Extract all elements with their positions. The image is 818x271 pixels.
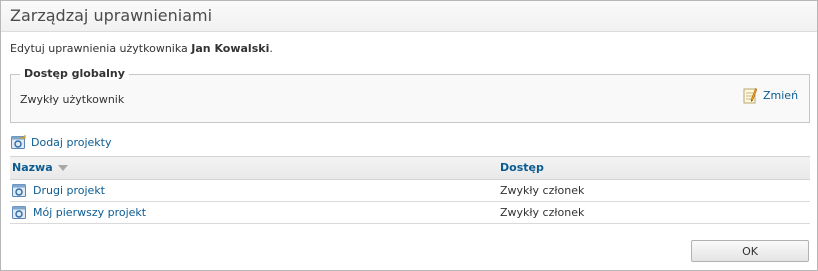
- edit-note-icon: [743, 87, 757, 104]
- table-row: Mój pierwszy projekt Zwykły członek: [10, 202, 810, 224]
- global-access-fieldset: [10, 74, 810, 123]
- project-access: Zwykły członek: [500, 206, 585, 219]
- column-header-name[interactable]: Nazwa: [12, 161, 68, 174]
- change-access-link[interactable]: Zmień: [743, 86, 798, 104]
- intro-prefix: Edytuj uprawnienia użytkownika: [10, 42, 192, 55]
- column-header-access[interactable]: Dostęp: [500, 161, 544, 174]
- intro-text: Edytuj uprawnienia użytkownika Jan Kowal…: [10, 42, 273, 55]
- sort-descending-icon: [57, 165, 68, 171]
- change-access-label: Zmień: [763, 88, 799, 102]
- dialog-title: Zarządzaj uprawnieniami: [10, 6, 213, 25]
- project-name: Mój pierwszy projekt: [33, 206, 147, 219]
- table-header: Nazwa Dostęp: [10, 157, 810, 180]
- table-row: Drugi projekt Zwykły członek: [10, 180, 810, 202]
- permissions-dialog: Zarządzaj uprawnieniami Edytuj uprawnien…: [0, 0, 818, 271]
- project-access: Zwykły członek: [500, 184, 585, 197]
- add-project-icon: [11, 134, 26, 150]
- global-access-value: Zwykły użytkownik: [20, 93, 125, 106]
- project-icon: [12, 205, 27, 220]
- intro-suffix: .: [269, 42, 273, 55]
- ok-button[interactable]: OK: [691, 240, 809, 262]
- add-projects-label: Dodaj projekty: [31, 135, 112, 149]
- dialog-header: Zarządzaj uprawnieniami: [1, 1, 817, 32]
- project-icon: [12, 183, 27, 198]
- global-access-legend: Dostęp globalny: [20, 68, 129, 80]
- add-projects-link[interactable]: Dodaj projekty: [11, 134, 112, 150]
- user-name: Jan Kowalski: [191, 42, 270, 55]
- projects-table: Nazwa Dostęp Drugi projekt Zwykły człone…: [10, 156, 810, 224]
- project-link[interactable]: Drugi projekt: [12, 183, 105, 198]
- project-link[interactable]: Mój pierwszy projekt: [12, 205, 146, 220]
- column-name-label: Nazwa: [12, 161, 53, 174]
- project-name: Drugi projekt: [33, 184, 105, 197]
